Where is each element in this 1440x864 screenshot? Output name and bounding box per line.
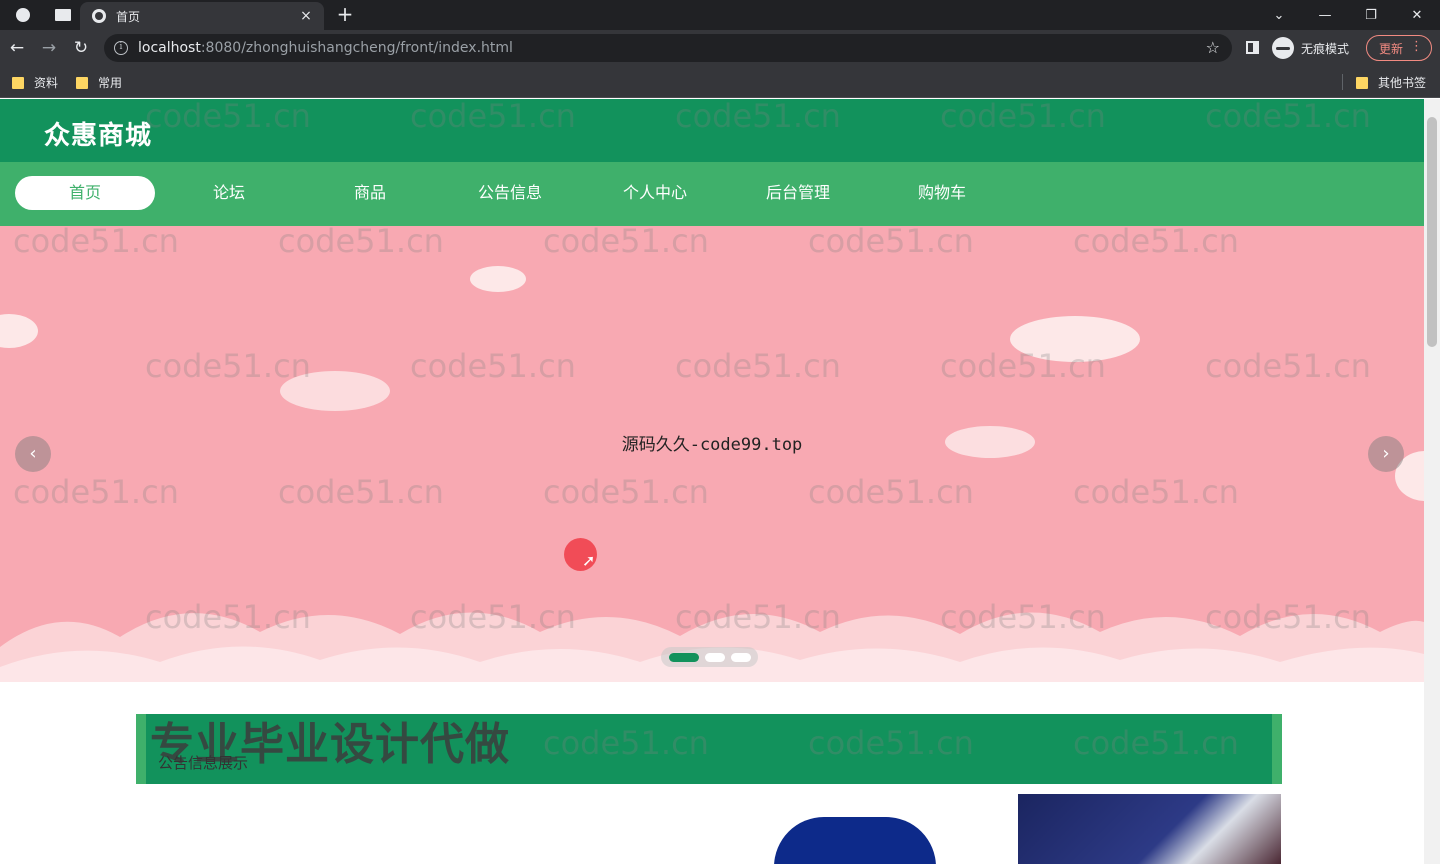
new-tab-button[interactable]: + [332,2,358,26]
carousel-dot-1[interactable] [669,653,699,662]
site-title: 众惠商城 [44,121,153,151]
bookmark-folder-changyong[interactable]: 常用 [76,74,122,91]
bookmarks-bar: 资料 常用 其他书签 [0,66,1440,98]
side-panel-icon[interactable] [1242,38,1262,58]
restore-icon[interactable]: ❐ [1348,0,1394,30]
url-host: localhost [138,40,201,56]
scrollbar-thumb[interactable] [1427,117,1437,347]
forward-arrow-icon[interactable]: → [36,36,62,60]
carousel-next-button[interactable]: › [1368,436,1404,472]
reload-icon[interactable]: ↻ [68,36,94,60]
banner-caption: 源码久久-code99.top [621,435,803,455]
chevron-right-icon: › [1382,443,1390,464]
main-nav: 首页 论坛 商品 公告信息 个人中心 后台管理 购物车 [0,162,1424,226]
browser-profile-icon[interactable] [8,3,38,27]
carousel-dot-3[interactable] [731,653,751,662]
other-bookmarks-label: 其他书签 [1378,76,1427,90]
tab-list-chevron-icon[interactable]: ⌄ [1256,0,1302,30]
nav-item-announcements[interactable]: 公告信息 [440,176,580,210]
page-scrollbar[interactable] [1424,99,1440,864]
incognito-icon [1272,37,1294,59]
bookmark-folder-ziliao[interactable]: 资料 [12,74,58,91]
incognito-indicator[interactable]: 无痕模式 [1272,37,1349,59]
site-info-icon[interactable]: i [114,41,128,55]
cloud-decoration [1010,316,1140,362]
carousel-indicators [661,647,758,667]
browser-tab-home[interactable]: 首页 × [80,2,324,30]
bookmark-star-icon[interactable]: ☆ [1206,38,1220,57]
update-label: 更新 [1379,41,1404,56]
bookmark-separator [1342,74,1343,90]
bookmark-label: 常用 [98,76,123,90]
announcement-thumbnail[interactable] [1018,794,1281,864]
site-header: 众惠商城 [0,99,1424,162]
back-arrow-icon[interactable]: ← [4,36,30,60]
folder-icon [76,76,88,89]
cloud-decoration [470,266,526,292]
address-bar[interactable]: i localhost:8080/zhonghuishangcheng/fron… [104,34,1232,62]
tab-title: 首页 [116,9,141,24]
cloud-decoration [280,371,390,411]
cloud-decoration [0,314,38,348]
browser-toolbar: ← → ↻ i localhost:8080/zhonghuishangchen… [0,30,1440,66]
chevron-left-icon: ‹ [29,443,37,464]
announcements-section-header: 专业毕业设计代做 公告信息展示 [136,714,1282,784]
close-window-icon[interactable]: ✕ [1394,0,1440,30]
banner-carousel[interactable]: 源码久久-code99.top ‹ › ➚ [0,226,1424,682]
carousel-prev-button[interactable]: ‹ [15,436,51,472]
other-bookmarks-folder[interactable]: 其他书签 [1356,74,1426,91]
nav-item-products[interactable]: 商品 [300,176,440,210]
nav-item-user-center[interactable]: 个人中心 [585,176,725,210]
carousel-dot-2[interactable] [705,653,725,662]
folder-icon [12,76,24,89]
tab-search-icon[interactable] [48,3,78,27]
section-subtitle: 公告信息展示 [158,754,249,772]
nav-item-admin[interactable]: 后台管理 [728,176,868,210]
globe-icon [92,9,106,23]
incognito-label: 无痕模式 [1301,41,1350,56]
mouse-cursor-icon: ➚ [582,551,596,570]
nav-item-forum[interactable]: 论坛 [159,176,299,210]
url-path: :8080/zhonghuishangcheng/front/index.htm… [200,40,513,56]
nav-item-cart[interactable]: 购物车 [872,176,1012,210]
web-page: 众惠商城 首页 论坛 商品 公告信息 个人中心 后台管理 购物车 源码久久-co… [0,99,1424,864]
minimize-icon[interactable]: — [1302,0,1348,30]
hills-decoration [0,612,1424,682]
announcement-thumbnail[interactable] [774,817,936,864]
browser-tab-strip: 首页 × + ⌄ — ❐ ✕ [0,0,1440,30]
nav-item-home[interactable]: 首页 [15,176,155,210]
bookmark-label: 资料 [34,76,59,90]
tab-close-icon[interactable]: × [296,8,316,24]
folder-icon [1356,76,1368,89]
more-menu-icon[interactable]: ⋮ [1410,39,1423,54]
update-button[interactable]: 更新 ⋮ [1366,35,1432,61]
